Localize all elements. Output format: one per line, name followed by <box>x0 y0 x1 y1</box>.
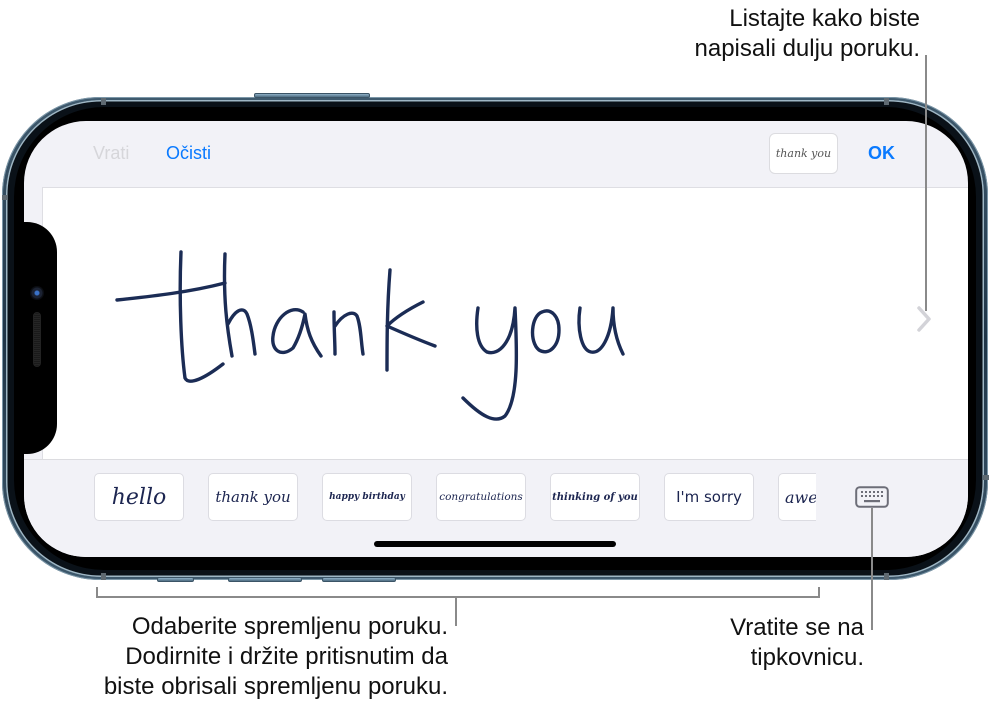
volume-button-2 <box>228 577 302 582</box>
front-camera-icon <box>30 286 44 300</box>
saved-message[interactable]: I'm sorry <box>664 473 754 521</box>
callout-saved-bracket <box>96 596 820 598</box>
antenna-band <box>884 573 889 580</box>
callout-saved-line3: biste obrisali spremljenu poruku. <box>103 673 448 700</box>
volume-button-3 <box>322 577 396 582</box>
chevron-right-icon[interactable] <box>914 304 934 334</box>
saved-message[interactable]: happy birthday <box>322 473 412 521</box>
callout-scroll-line2: napisali dulju poruku. <box>694 35 920 62</box>
callout-scroll-line1: Listajte kako biste <box>729 5 920 32</box>
saved-message[interactable]: thank you <box>208 473 298 521</box>
saved-message-label: happy birthday <box>329 492 405 502</box>
callout-keyboard: Vratite se na tipkovnicu. <box>730 613 864 673</box>
saved-message[interactable]: hello <box>94 473 184 521</box>
clear-button[interactable]: Očisti <box>166 143 211 164</box>
keyboard-icon <box>855 486 889 508</box>
callout-keyboard-line1: Vratite se na <box>730 614 864 641</box>
handwritten-ink <box>115 250 625 421</box>
undo-button[interactable]: Vrati <box>93 143 129 164</box>
home-indicator[interactable] <box>374 541 616 547</box>
callout-saved-line1: Odaberite spremljenu poruku. <box>131 613 448 640</box>
saved-message-label: hello <box>111 484 167 510</box>
saved-message[interactable]: awe <box>778 473 816 521</box>
ok-button[interactable]: OK <box>868 143 895 164</box>
saved-message[interactable]: congratulations <box>436 473 526 521</box>
saved-message-label: awe <box>785 487 816 507</box>
handwriting-preview[interactable]: thank you <box>769 133 838 174</box>
callout-saved-bracket-right <box>818 587 820 598</box>
callout-saved-bracket-left <box>96 587 98 598</box>
saved-message[interactable]: thinking of you <box>550 473 640 521</box>
callout-keyboard-line2: tipkovnicu. <box>750 644 864 671</box>
saved-message-label: thank you <box>215 488 291 506</box>
saved-message-label: I'm sorry <box>676 488 742 506</box>
keyboard-button[interactable] <box>855 486 889 508</box>
antenna-band <box>101 573 106 580</box>
callout-scroll-leader <box>925 55 927 311</box>
antenna-band <box>101 98 106 105</box>
saved-message-label: thinking of you <box>552 491 638 503</box>
speaker-grille <box>33 312 41 367</box>
callout-saved-messages: Odaberite spremljenu poruku. Dodirnite i… <box>104 612 448 702</box>
saved-message-label: congratulations <box>439 491 523 503</box>
callout-saved-line2: Dodirnite i držite pritisnutim da <box>125 643 448 670</box>
handwriting-preview-label: thank you <box>775 147 832 160</box>
callout-scroll: Listajte kako biste napisali dulju poruk… <box>695 4 920 64</box>
handwriting-canvas[interactable] <box>42 187 968 459</box>
toolbar: Vrati Očisti thank you OK <box>24 121 968 187</box>
antenna-band <box>983 475 989 480</box>
volume-button-1 <box>157 577 194 582</box>
callout-saved-leader <box>455 596 457 626</box>
handwriting-screen: Vrati Očisti thank you OK hello thank yo… <box>24 121 968 557</box>
antenna-band <box>884 98 889 105</box>
side-button-top <box>254 93 370 98</box>
antenna-band <box>2 195 8 200</box>
callout-keyboard-leader <box>871 508 873 630</box>
